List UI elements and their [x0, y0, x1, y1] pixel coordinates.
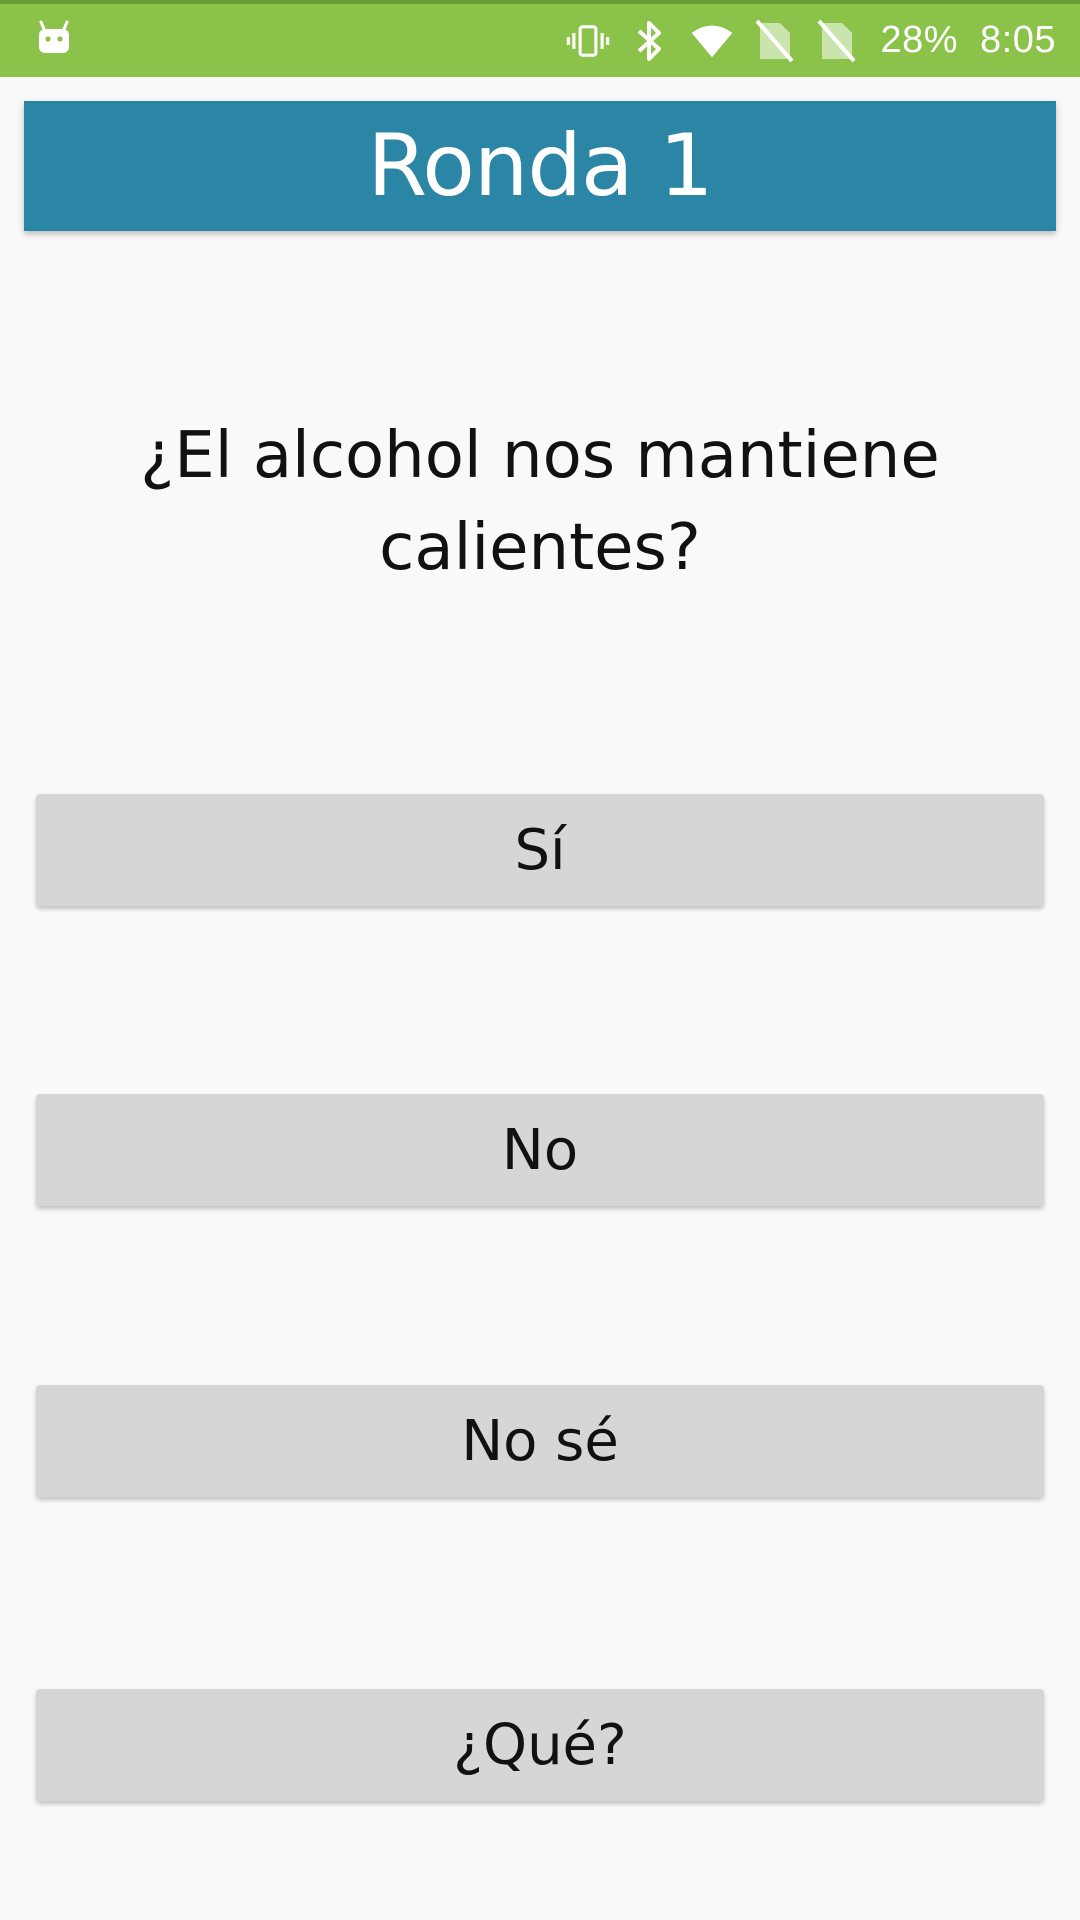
bluetooth-icon: [628, 19, 672, 63]
answer-no-button[interactable]: No: [36, 1094, 1044, 1206]
clock: 8:05: [980, 19, 1056, 61]
no-sim-icon: [814, 19, 858, 63]
vibrate-icon: [566, 19, 610, 63]
round-title: Ronda 1: [367, 116, 713, 216]
status-icons: 28% 8:05: [566, 4, 1056, 77]
answer-what-button[interactable]: ¿Qué?: [36, 1689, 1044, 1801]
android-notification-icon: [39, 20, 69, 53]
status-bar: 28% 8:05: [0, 0, 1080, 77]
answer-dont-know-button[interactable]: No sé: [36, 1385, 1044, 1497]
no-sim-icon: [752, 19, 796, 63]
wifi-icon: [690, 19, 734, 63]
battery-percent: 28%: [880, 19, 959, 61]
round-header: Ronda 1: [24, 101, 1056, 231]
question-text: ¿El alcohol nos mantiene calientes?: [140, 419, 940, 585]
answer-yes-button[interactable]: Sí: [36, 794, 1044, 906]
